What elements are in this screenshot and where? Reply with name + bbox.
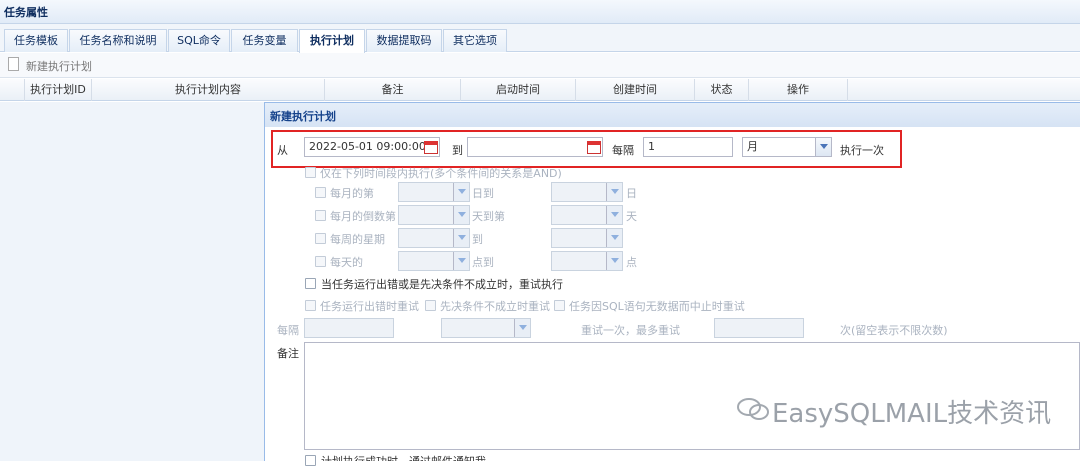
chevron-down-icon[interactable] <box>606 183 622 201</box>
retry-on-error-checkbox[interactable] <box>305 300 316 311</box>
col-remark[interactable]: 备注 <box>325 79 461 101</box>
chevron-down-icon[interactable] <box>453 183 469 201</box>
col-create-time[interactable]: 创建时间 <box>576 79 695 101</box>
condition-checkbox[interactable] <box>315 187 326 198</box>
retry-label: 当任务运行出错或是先决条件不成立时，重试执行 <box>321 278 563 291</box>
condition-label: 每周的星期 <box>330 233 385 246</box>
condition-label: 每月的倒数第 <box>330 210 396 223</box>
only-in-range-checkbox[interactable] <box>305 167 316 178</box>
condition-label: 每天的 <box>330 256 363 269</box>
retry-checkbox[interactable] <box>305 278 316 289</box>
chevron-down-icon[interactable] <box>514 319 530 337</box>
condition-start-select[interactable] <box>398 228 470 248</box>
col-actions[interactable]: 操作 <box>749 79 848 101</box>
grid-body <box>0 102 264 461</box>
retry-on-precondition-label: 先决条件不成立时重试 <box>440 300 550 313</box>
every-label: 每隔 <box>612 144 634 157</box>
tab-sql[interactable]: SQL命令 <box>168 29 230 52</box>
interval-unit-select[interactable]: 月 <box>742 137 832 157</box>
calendar-icon[interactable] <box>587 141 601 154</box>
interval-input[interactable]: 1 <box>643 137 733 157</box>
chevron-down-icon[interactable] <box>606 252 622 270</box>
chevron-down-icon[interactable] <box>453 252 469 270</box>
condition-start-select[interactable] <box>398 251 470 271</box>
retry-on-nodata-label: 任务因SQL语句无数据而中止时重试 <box>569 300 745 313</box>
to-datetime-input[interactable] <box>467 137 603 157</box>
condition-checkbox[interactable] <box>315 256 326 267</box>
chevron-down-icon[interactable] <box>453 229 469 247</box>
condition-mid-label: 到 <box>472 233 483 246</box>
new-schedule-button[interactable]: 新建执行计划 <box>0 53 1080 78</box>
col-status[interactable]: 状态 <box>695 79 749 101</box>
tab-template[interactable]: 任务模板 <box>4 29 68 52</box>
condition-end-select[interactable] <box>551 182 623 202</box>
tab-extract-code[interactable]: 数据提取码 <box>366 29 442 52</box>
retry-mid-label: 重试一次，最多重试 <box>581 324 680 337</box>
tab-name-description[interactable]: 任务名称和说明 <box>69 29 167 52</box>
retry-on-error-label: 任务运行出错时重试 <box>320 300 419 313</box>
condition-end-select[interactable] <box>551 251 623 271</box>
grid-header: 执行计划ID 执行计划内容 备注 启动时间 创建时间 状态 操作 <box>0 79 1080 101</box>
retry-every-label: 每隔 <box>277 324 299 337</box>
condition-mid-label: 日到 <box>472 187 494 200</box>
col-start-time[interactable]: 启动时间 <box>461 79 576 101</box>
chevron-down-icon[interactable] <box>606 206 622 224</box>
col-schedule-content[interactable]: 执行计划内容 <box>92 79 325 101</box>
new-document-icon <box>8 57 19 71</box>
to-label: 到 <box>452 144 463 157</box>
retry-unit-select[interactable] <box>441 318 531 338</box>
grid-rownum-col <box>0 79 25 101</box>
condition-checkbox[interactable] <box>315 210 326 221</box>
notes-label: 备注 <box>277 347 299 360</box>
window-title: 任务属性 <box>0 0 1080 24</box>
only-in-range-label: 仅在下列时间段内执行(多个条件间的关系是AND) <box>320 167 562 180</box>
chevron-down-icon[interactable] <box>606 229 622 247</box>
condition-mid-label: 点到 <box>472 256 494 269</box>
condition-end-select[interactable] <box>551 228 623 248</box>
chevron-down-icon[interactable] <box>815 138 831 156</box>
dialog-title: 新建执行计划 <box>265 103 1080 127</box>
condition-end-select[interactable] <box>551 205 623 225</box>
col-schedule-id[interactable]: 执行计划ID <box>25 79 92 101</box>
wechat-icon <box>737 398 769 420</box>
condition-end-label: 点 <box>626 256 637 269</box>
interval-unit-value: 月 <box>747 140 758 153</box>
condition-end-label: 天 <box>626 210 637 223</box>
condition-start-select[interactable] <box>398 182 470 202</box>
condition-label: 每月的第 <box>330 187 374 200</box>
calendar-icon[interactable] <box>424 141 438 154</box>
retry-on-precondition-checkbox[interactable] <box>425 300 436 311</box>
exec-once-label: 执行一次 <box>840 144 884 157</box>
watermark-text: EasySQLMAIL技术资讯 <box>772 399 1052 429</box>
tab-other-options[interactable]: 其它选项 <box>443 29 507 52</box>
tab-variables[interactable]: 任务变量 <box>231 29 298 52</box>
from-label: 从 <box>277 144 288 157</box>
condition-start-select[interactable] <box>398 205 470 225</box>
retry-max-input[interactable] <box>714 318 804 338</box>
notify-label: 计划执行成功时，通过邮件通知我 <box>321 453 486 461</box>
retry-end-label: 次(留空表示不限次数) <box>840 324 948 337</box>
tab-schedule[interactable]: 执行计划 <box>299 29 365 53</box>
condition-checkbox[interactable] <box>315 233 326 244</box>
retry-interval-input[interactable] <box>304 318 394 338</box>
from-datetime-input[interactable]: 2022-05-01 09:00:00 <box>304 137 440 157</box>
retry-on-nodata-checkbox[interactable] <box>554 300 565 311</box>
condition-end-label: 日 <box>626 187 637 200</box>
chevron-down-icon[interactable] <box>453 206 469 224</box>
tab-strip: 任务模板 任务名称和说明 SQL命令 任务变量 执行计划 数据提取码 其它选项 <box>0 24 1080 53</box>
condition-mid-label: 天到第 <box>472 210 505 223</box>
